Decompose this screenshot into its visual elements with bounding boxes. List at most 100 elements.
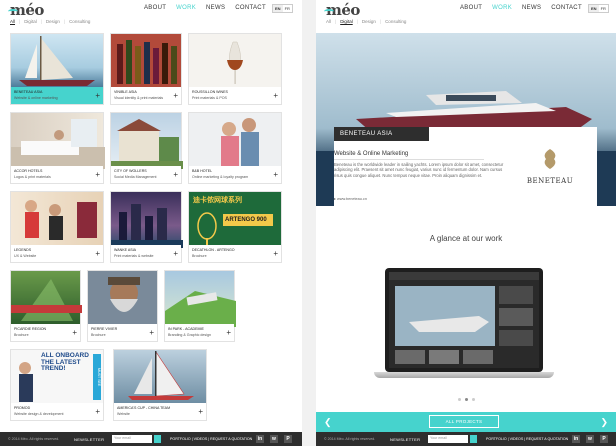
lang-en[interactable]: EN — [273, 5, 283, 12]
wineglass-image — [227, 41, 243, 84]
pinterest-icon[interactable]: P — [284, 435, 292, 443]
card-caption: AMERICA'S CUP - CHINA TEAM Website + — [114, 403, 206, 420]
card-title: AMERICA'S CUP - CHINA TEAM — [117, 406, 171, 410]
slide-pagination — [456, 398, 477, 401]
nav-about[interactable]: ABOUT — [460, 5, 482, 11]
filter-digital[interactable]: Digital — [340, 19, 353, 24]
plus-icon[interactable]: + — [72, 329, 77, 337]
lang-fr[interactable]: FR — [599, 5, 608, 12]
project-card[interactable]: ALL ONBOARD THE LATEST TREND! MUST SEE P… — [10, 349, 104, 421]
project-card[interactable]: AMERICA'S CUP - CHINA TEAM Website + — [113, 349, 207, 421]
lang-fr[interactable]: FR — [283, 5, 292, 12]
slide-dot[interactable] — [472, 398, 475, 401]
project-description: Beneteau is the worldwide leader in sail… — [334, 162, 504, 178]
project-image — [165, 271, 236, 327]
project-card[interactable]: CITY OF WOLLERS Social Media Management … — [110, 112, 183, 184]
project-image — [111, 113, 183, 169]
project-title: BENETEAU ASIA — [334, 127, 429, 141]
project-card[interactable]: 迪卡侬网球系列 ARTENGO 900 DECATHLON - ARTENGO … — [188, 191, 282, 263]
pinterest-icon[interactable]: P — [600, 435, 608, 443]
nav-contact[interactable]: CONTACT — [235, 5, 266, 11]
nav-contact[interactable]: CONTACT — [551, 5, 582, 11]
nav-work[interactable]: WORK — [492, 5, 512, 11]
greenhouse-image — [11, 279, 82, 321]
project-card[interactable]: LEGENDS UX & Website + — [10, 191, 104, 263]
linkedin-icon[interactable]: in — [572, 435, 580, 443]
filter-consulting[interactable]: Consulting — [385, 19, 406, 24]
project-card[interactable]: PIERRE VIVIER Brochure + — [87, 270, 158, 342]
project-link-text[interactable]: www.beneteau.cn — [337, 197, 367, 201]
project-image — [111, 34, 181, 90]
project-image: ALL ONBOARD THE LATEST TREND! MUST SEE — [11, 350, 103, 406]
project-card[interactable]: PICARDIE REGION Brochure + — [10, 270, 82, 342]
weibo-icon[interactable]: w — [586, 435, 594, 443]
plus-icon[interactable]: + — [273, 92, 278, 100]
filter-consulting[interactable]: Consulting — [69, 19, 90, 24]
footer: © 2014 Méo. All rights reserved. NEWSLET… — [316, 432, 616, 446]
filter-digital[interactable]: Digital — [24, 19, 37, 24]
project-card[interactable]: VINIBLE ASIA Visual identity & print mat… — [110, 33, 182, 105]
card-subtitle: UX & Website — [14, 254, 37, 258]
card-caption: WANKE ASIA Print materials & website + — [111, 245, 181, 262]
card-title: PIERRE VIVIER — [91, 327, 118, 331]
all-projects-button[interactable]: ALL PROJECTS — [429, 415, 499, 428]
plus-icon[interactable]: + — [95, 408, 100, 416]
filter-design[interactable]: Design — [46, 19, 60, 24]
project-link[interactable]: ▸ www.beneteau.cn — [334, 196, 367, 201]
slide-dot-active[interactable] — [465, 398, 468, 401]
newsletter-email-input[interactable]: Your email — [112, 435, 152, 443]
plus-icon[interactable]: + — [95, 171, 100, 179]
brand-name: BENETEAU — [526, 177, 574, 185]
laptop-base — [374, 372, 554, 378]
plus-icon[interactable]: + — [173, 171, 178, 179]
project-image — [189, 113, 281, 169]
card-title: ROUSSILLON WINES — [192, 90, 228, 94]
project-card[interactable]: ACCOR HOTELS Logos & print materials + — [10, 112, 105, 184]
slide-dot[interactable] — [458, 398, 461, 401]
plus-icon[interactable]: + — [226, 329, 231, 337]
plus-icon[interactable]: + — [273, 171, 278, 179]
newsletter-email-input[interactable]: Your email — [428, 435, 468, 443]
filter-design[interactable]: Design — [362, 19, 376, 24]
plus-icon[interactable]: + — [149, 329, 154, 337]
card-subtitle: Logos & print materials — [14, 175, 51, 179]
footer-links[interactable]: PORTFOLIO | VIDEOS | REQUEST A QUOTATION — [486, 437, 568, 441]
city-night-image — [111, 204, 183, 248]
project-card[interactable]: ROUSSILLON WINES Print materials & POS + — [188, 33, 282, 105]
plus-icon[interactable]: + — [273, 250, 278, 258]
nav-news[interactable]: NEWS — [522, 5, 541, 11]
newsletter-submit-button[interactable] — [154, 435, 161, 443]
weibo-icon[interactable]: w — [270, 435, 278, 443]
project-card[interactable]: WANKE ASIA Print materials & website + — [110, 191, 183, 263]
nav-about[interactable]: ABOUT — [144, 5, 166, 11]
main-nav: ABOUT WORK NEWS CONTACT — [144, 5, 276, 11]
plus-icon[interactable]: + — [173, 250, 178, 258]
nav-work[interactable]: WORK — [176, 5, 196, 11]
divider — [334, 159, 484, 160]
footer-links[interactable]: PORTFOLIO | VIDEOS | REQUEST A QUOTATION — [170, 437, 252, 441]
filter-all[interactable]: All — [326, 19, 331, 24]
card-subtitle: Website design & development — [14, 412, 64, 416]
plus-icon[interactable]: + — [198, 408, 203, 416]
main-nav: ABOUT WORK NEWS CONTACT — [460, 5, 592, 11]
nav-news[interactable]: NEWS — [206, 5, 225, 11]
newsletter-submit-button[interactable] — [470, 435, 477, 443]
card-subtitle: Print materials & POS — [192, 96, 227, 100]
linkedin-icon[interactable]: in — [256, 435, 264, 443]
newsletter-label: NEWSLETTER — [390, 437, 421, 442]
card-caption: CITY OF WOLLERS Social Media Management … — [111, 166, 181, 183]
prev-arrow-icon[interactable]: ❮ — [324, 417, 332, 427]
project-card[interactable]: BENETEAU ASIA Website & online marketing… — [10, 33, 104, 105]
lang-en[interactable]: EN — [589, 5, 599, 12]
card-subtitle: Print materials & website — [114, 254, 154, 258]
plus-icon[interactable]: + — [95, 92, 100, 100]
next-arrow-icon[interactable]: ❯ — [600, 417, 608, 427]
filter-all[interactable]: All — [10, 19, 15, 24]
project-image: 迪卡侬网球系列 ARTENGO 900 — [189, 192, 281, 248]
plus-icon[interactable]: + — [173, 92, 178, 100]
plus-icon[interactable]: + — [95, 250, 100, 258]
project-image — [189, 34, 281, 90]
card-caption: PROMOD Website design & development + — [11, 403, 103, 420]
project-card[interactable]: IN PARK - ACADEMIE Branding & Graphic de… — [164, 270, 236, 342]
project-card[interactable]: B&B HOTEL Online marketing & loyalty pro… — [188, 112, 282, 184]
